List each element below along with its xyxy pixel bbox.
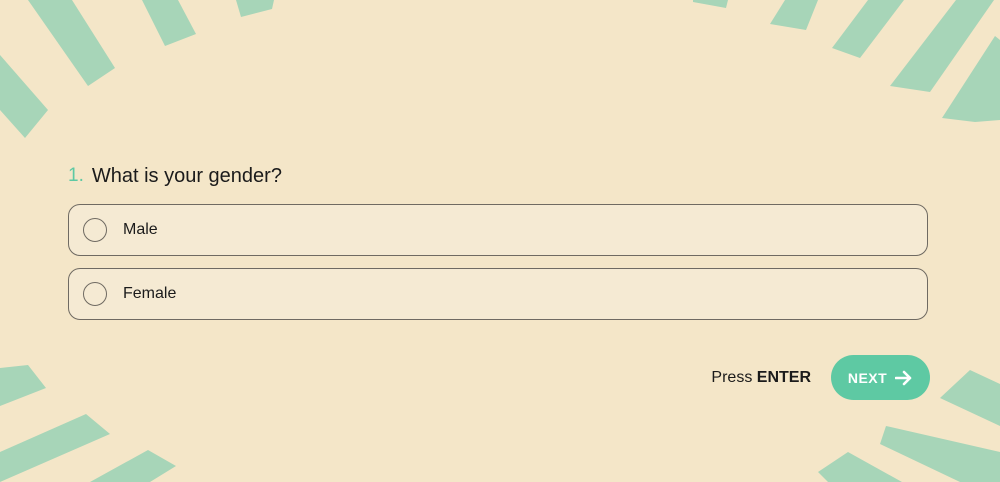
- option-label-male: Male: [123, 221, 158, 238]
- option-label-female: Female: [123, 285, 177, 302]
- question-text: What is your gender?: [91, 164, 282, 187]
- radio-female[interactable]: [83, 282, 107, 306]
- arrow-right-icon: [895, 370, 912, 385]
- survey-page: 1. What is your gender? Male Female Pres…: [0, 0, 1000, 482]
- question-number: 1.: [68, 165, 84, 186]
- question-heading: 1. What is your gender?: [68, 162, 282, 190]
- next-button[interactable]: NEXT: [831, 355, 930, 400]
- survey-footer: Press ENTER NEXT: [711, 355, 930, 400]
- option-male[interactable]: Male: [68, 204, 928, 256]
- next-button-label: NEXT: [847, 369, 888, 386]
- press-enter-hint: Press ENTER: [711, 369, 811, 387]
- radio-male[interactable]: [83, 218, 107, 242]
- press-hint-prefix: Press: [711, 368, 757, 386]
- option-female[interactable]: Female: [68, 268, 928, 320]
- press-hint-key: ENTER: [756, 368, 811, 386]
